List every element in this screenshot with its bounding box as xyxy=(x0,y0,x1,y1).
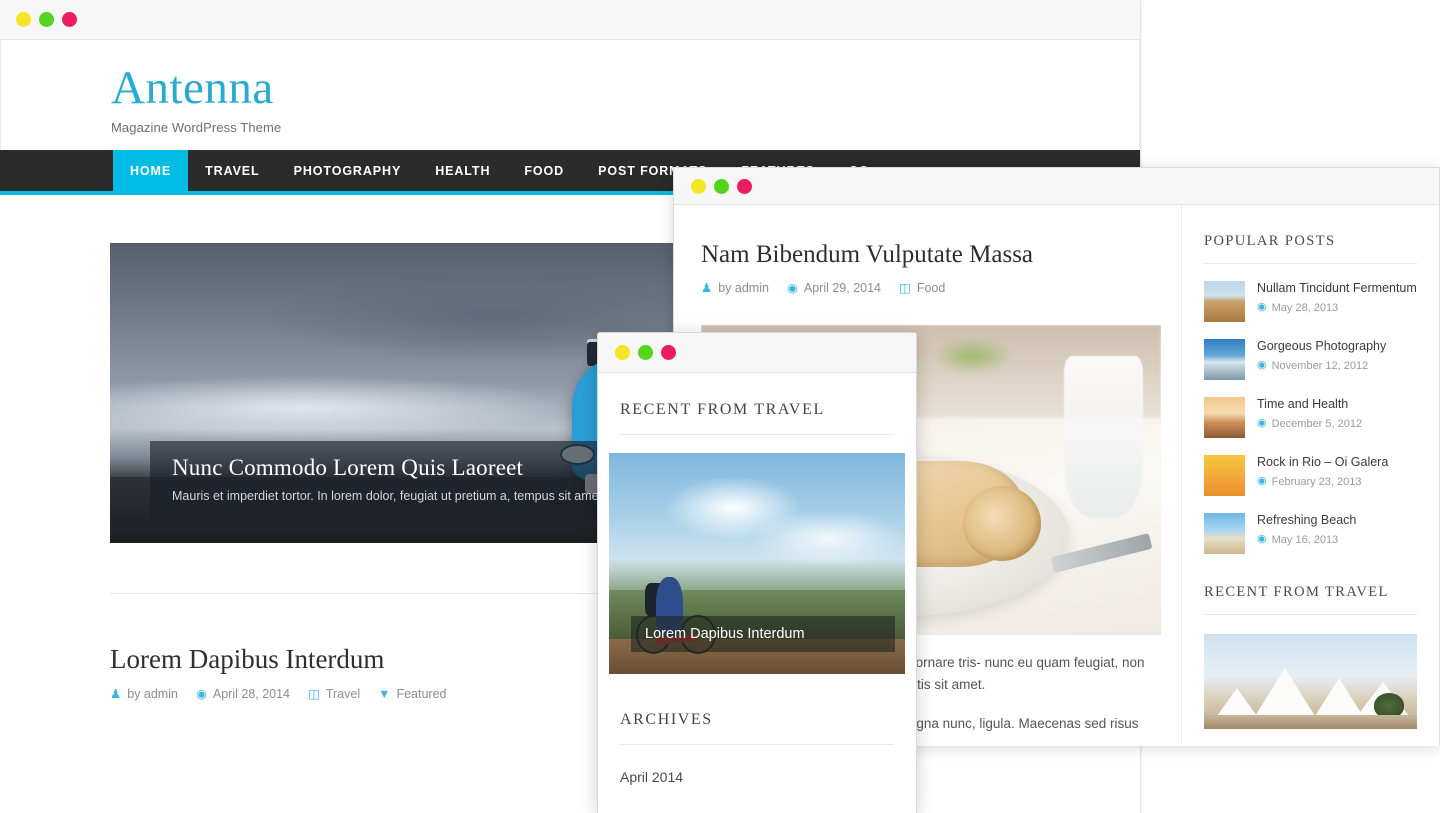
close-dot-icon[interactable] xyxy=(737,178,752,194)
meta-author[interactable]: ♟ by admin xyxy=(701,281,769,295)
window2-traffic-lights xyxy=(691,178,752,194)
nav-item-food[interactable]: FOOD xyxy=(507,150,581,191)
popular-post-title[interactable]: Time and Health xyxy=(1257,397,1362,413)
popular-post-date-label: November 12, 2012 xyxy=(1271,359,1369,372)
thumbnail-desert-dunes xyxy=(1204,281,1245,322)
close-dot-icon[interactable] xyxy=(62,12,77,27)
single-post-meta: ♟ by admin ◉ April 29, 2014 ◫ Food xyxy=(701,281,1153,295)
thumbnail-pier-sea xyxy=(1204,339,1245,380)
popular-post-date: ◉ May 16, 2013 xyxy=(1257,534,1356,546)
popular-post-title[interactable]: Rock in Rio – Oi Galera xyxy=(1257,455,1388,471)
archives-heading: ARCHIVES xyxy=(620,711,894,745)
clock-icon: ◉ xyxy=(1257,301,1267,314)
thumbnail-beach-chairs xyxy=(1204,513,1245,554)
nav-item-travel[interactable]: TRAVEL xyxy=(188,150,276,191)
clock-icon: ◉ xyxy=(1257,533,1267,546)
minimize-dot-icon[interactable] xyxy=(615,345,630,360)
person-icon: ♟ xyxy=(701,280,713,295)
clock-icon: ◉ xyxy=(786,280,798,295)
folder-icon: ◫ xyxy=(899,280,911,295)
site-tagline: Magazine WordPress Theme xyxy=(111,119,282,135)
meta-date: ◉ April 29, 2014 xyxy=(787,281,881,295)
close-dot-icon[interactable] xyxy=(661,345,676,360)
window1-traffic-lights xyxy=(16,12,77,27)
popular-post-date-label: May 16, 2013 xyxy=(1271,533,1339,546)
recent-travel-image[interactable] xyxy=(1204,634,1417,729)
meta-date-label: April 28, 2014 xyxy=(212,687,291,701)
meta-category-label: Food xyxy=(916,281,946,295)
travel-widget-body: RECENT FROM TRAVEL Lorem Dapibus Interdu… xyxy=(598,373,916,813)
popular-post-date: ◉ December 5, 2012 xyxy=(1257,418,1362,430)
popular-post-title[interactable]: Refreshing Beach xyxy=(1257,513,1356,529)
list-item[interactable]: Time and Health ◉ December 5, 2012 xyxy=(1204,397,1417,438)
popular-post-title[interactable]: Nullam Tincidunt Fermentum xyxy=(1257,281,1417,297)
meta-category[interactable]: ◫ Travel xyxy=(308,687,360,701)
site-logo[interactable]: Antenna xyxy=(111,65,1139,112)
popular-post-date-label: December 5, 2012 xyxy=(1271,417,1363,430)
travel-widget-heading: RECENT FROM TRAVEL xyxy=(620,401,894,435)
meta-tag[interactable]: ▼ Featured xyxy=(378,687,446,701)
popular-posts-heading: POPULAR POSTS xyxy=(1204,233,1417,264)
list-item[interactable]: Rock in Rio – Oi Galera ◉ February 23, 2… xyxy=(1204,455,1417,496)
popular-post-date: ◉ November 12, 2012 xyxy=(1257,360,1386,372)
meta-date: ◉ April 28, 2014 xyxy=(196,687,290,701)
thumbnail-beach-jump xyxy=(1204,397,1245,438)
browser-window-travel-widget[interactable]: RECENT FROM TRAVEL Lorem Dapibus Interdu… xyxy=(597,332,917,813)
popular-post-date: ◉ February 23, 2013 xyxy=(1257,476,1388,488)
thumbnail-concert-crowd xyxy=(1204,455,1245,496)
site-header: Antenna Magazine WordPress Theme xyxy=(0,40,1140,150)
meta-date-label: April 29, 2014 xyxy=(803,281,882,295)
meta-author-label: by admin xyxy=(127,687,178,701)
pin-icon: ▼ xyxy=(378,686,391,701)
popular-post-title[interactable]: Gorgeous Photography xyxy=(1257,339,1386,355)
single-post-title[interactable]: Nam Bibendum Vulputate Massa xyxy=(701,241,1153,269)
single-post-sidebar: POPULAR POSTS Nullam Tincidunt Fermentum… xyxy=(1182,205,1439,746)
window3-traffic-lights xyxy=(615,345,676,360)
maximize-dot-icon[interactable] xyxy=(714,178,729,194)
popular-post-date-label: May 28, 2013 xyxy=(1271,301,1339,314)
archive-item-april-2014[interactable]: April 2014 xyxy=(620,769,894,785)
folder-icon: ◫ xyxy=(308,686,320,701)
meta-tag-label: Featured xyxy=(396,687,447,701)
clock-icon: ◉ xyxy=(1257,475,1267,488)
clock-icon: ◉ xyxy=(195,686,207,701)
window1-titlebar[interactable] xyxy=(0,0,1140,40)
clock-icon: ◉ xyxy=(1257,417,1267,430)
meta-author[interactable]: ♟ by admin xyxy=(110,687,178,701)
meta-author-label: by admin xyxy=(718,281,769,295)
person-icon: ♟ xyxy=(110,686,122,701)
nav-item-home[interactable]: HOME xyxy=(113,150,189,191)
minimize-dot-icon[interactable] xyxy=(16,12,31,27)
popular-post-date: ◉ May 28, 2013 xyxy=(1257,302,1417,314)
travel-widget-caption-label[interactable]: Lorem Dapibus Interdum xyxy=(645,626,805,642)
nav-item-health[interactable]: HEALTH xyxy=(418,150,507,191)
clock-icon: ◉ xyxy=(1257,359,1267,372)
maximize-dot-icon[interactable] xyxy=(39,12,54,27)
travel-widget-caption: Lorem Dapibus Interdum xyxy=(631,616,895,652)
list-item[interactable]: Refreshing Beach ◉ May 16, 2013 xyxy=(1204,513,1417,554)
window3-titlebar[interactable] xyxy=(598,333,916,373)
white-tents-image xyxy=(1204,634,1417,729)
meta-category[interactable]: ◫ Food xyxy=(899,281,945,295)
recent-from-travel-heading: RECENT FROM TRAVEL xyxy=(1204,584,1417,615)
travel-widget-card[interactable]: Lorem Dapibus Interdum xyxy=(609,453,905,674)
nav-item-photography[interactable]: PHOTOGRAPHY xyxy=(277,150,419,191)
list-item[interactable]: Gorgeous Photography ◉ November 12, 2012 xyxy=(1204,339,1417,380)
maximize-dot-icon[interactable] xyxy=(638,345,653,360)
list-item[interactable]: Nullam Tincidunt Fermentum ◉ May 28, 201… xyxy=(1204,281,1417,322)
window2-titlebar[interactable] xyxy=(674,168,1439,205)
popular-post-date-label: February 23, 2013 xyxy=(1271,475,1362,488)
minimize-dot-icon[interactable] xyxy=(691,178,706,194)
meta-category-label: Travel xyxy=(325,687,361,701)
